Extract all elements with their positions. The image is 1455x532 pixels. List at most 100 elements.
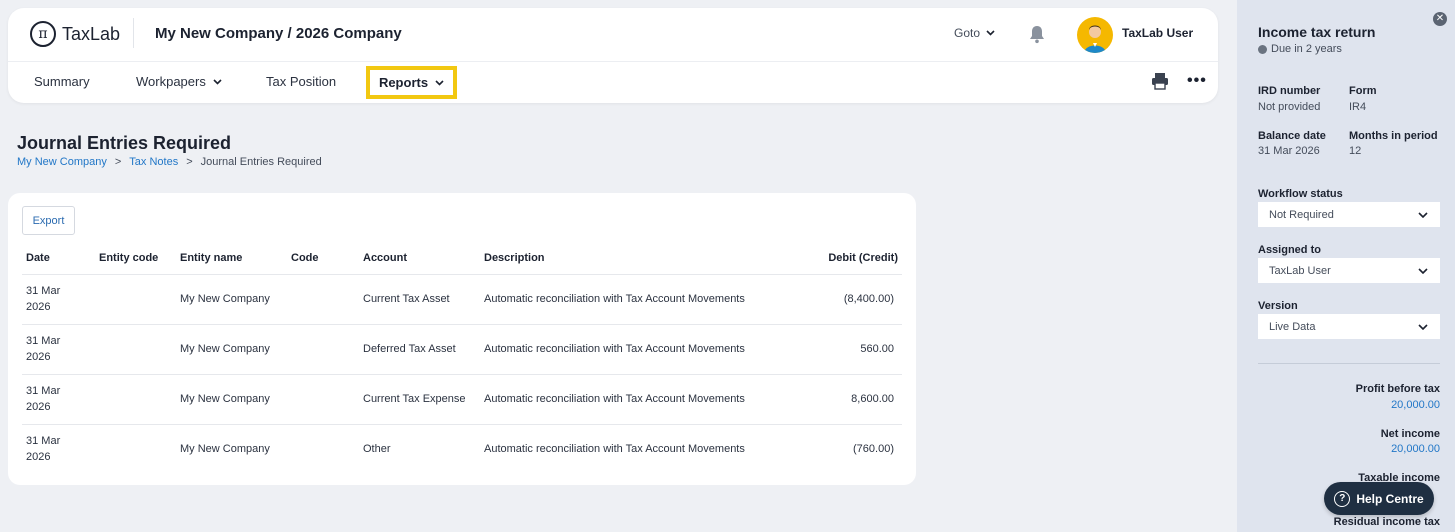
assigned-to-label: Assigned to [1258, 244, 1321, 256]
table-row: 31 Mar 2026 My New Company Deferred Tax A… [22, 324, 902, 375]
workflow-status-label: Workflow status [1258, 188, 1343, 200]
cell-date: 31 Mar 2026 [22, 274, 95, 325]
balance-date-label: Balance date [1258, 130, 1326, 142]
profit-before-tax-label: Profit before tax [1355, 383, 1440, 395]
form-label: Form [1349, 85, 1377, 97]
version-value: Live Data [1269, 320, 1316, 333]
assigned-to-select[interactable]: TaxLab User [1258, 258, 1440, 283]
chevron-down-icon [1418, 323, 1428, 330]
column-header-entity-name[interactable]: Entity name [176, 243, 287, 275]
cell-amount: 560.00 [780, 324, 902, 375]
column-header-entity-code[interactable]: Entity code [95, 243, 176, 275]
help-centre-button[interactable]: ? Help Centre [1324, 482, 1434, 515]
breadcrumb-separator: > [114, 156, 122, 168]
tab-tax-position[interactable]: Tax Position [266, 74, 336, 89]
company-title: My New Company / 2026 Company [155, 25, 402, 42]
tab-tax-position-label: Tax Position [266, 74, 337, 89]
due-status: Due in 2 years [1258, 43, 1342, 55]
cell-description: Automatic reconciliation with Tax Accoun… [480, 274, 780, 325]
column-header-date[interactable]: Date [22, 243, 95, 275]
cell-entity-name: My New Company [176, 324, 287, 375]
pi-logo-icon: π [30, 21, 56, 47]
cell-entity-name: My New Company [176, 274, 287, 325]
column-header-description[interactable]: Description [480, 243, 780, 275]
months-in-period-value: 12 [1349, 145, 1362, 157]
net-income-label: Net income [1380, 428, 1440, 440]
breadcrumb-separator: > [186, 156, 193, 168]
tab-workpapers-label: Workpapers [136, 74, 206, 89]
cell-amount: (760.00) [853, 443, 894, 456]
chevron-down-icon [1418, 211, 1428, 218]
cell-date: 31 Mar 2026 [22, 324, 95, 375]
tab-workpapers[interactable]: Workpapers [136, 74, 222, 89]
column-header-debit-credit[interactable]: Debit (Credit) [780, 243, 902, 275]
cell-account: Current Tax Asset [359, 274, 480, 325]
cell-date: 31 Mar 2026 [26, 435, 61, 464]
balance-date-value: 31 Mar 2026 [1258, 145, 1320, 157]
table-row: 31 Mar 2026 My New Company Current Tax As… [22, 274, 902, 325]
residual-income-tax-label: Residual income tax [1333, 516, 1440, 528]
header-card: π TaxLab My New Company / 2026 Company G… [8, 8, 1218, 103]
tab-bar: Summary Workpapers Tax Position Reports … [8, 62, 1218, 102]
chevron-down-icon [213, 78, 222, 85]
bell-icon[interactable] [1028, 24, 1046, 44]
cell-code [287, 424, 359, 474]
cell-account: Deferred Tax Asset [359, 324, 480, 375]
income-tax-return-panel: ✕ Income tax return Due in 2 years IRD n… [1237, 0, 1455, 532]
goto-label: Goto [954, 26, 981, 40]
assigned-to-value: TaxLab User [1269, 264, 1331, 277]
breadcrumb-tax-notes-link[interactable]: Tax Notes [129, 156, 178, 168]
more-options-icon[interactable]: ••• [1187, 72, 1207, 90]
tab-summary-label: Summary [34, 74, 90, 89]
chevron-down-icon [435, 79, 444, 86]
taxlab-logo[interactable]: π TaxLab [30, 20, 120, 48]
form-value: IR4 [1349, 101, 1367, 113]
breadcrumb-company-link[interactable]: My New Company [17, 156, 107, 168]
column-header-code[interactable]: Code [287, 243, 359, 275]
cell-amount: 8,600.00 [780, 374, 902, 425]
tab-summary[interactable]: Summary [34, 74, 90, 89]
avatar[interactable] [1077, 17, 1113, 53]
tab-reports[interactable]: Reports [366, 66, 457, 99]
cell-entity-name: My New Company [176, 374, 287, 425]
journal-entries-table: Date Entity code Entity name Code Accoun… [22, 243, 902, 474]
chevron-down-icon [986, 30, 995, 36]
version-label: Version [1258, 300, 1298, 312]
journal-entries-card: Export Date Entity code Entity name Code… [8, 193, 916, 485]
export-button[interactable]: Export [22, 206, 75, 235]
workflow-status-value: Not Required [1269, 208, 1334, 221]
cell-entity-code [95, 374, 176, 425]
cell-entity-code [95, 424, 176, 474]
profit-before-tax-value[interactable]: 20,000.00 [1391, 399, 1440, 411]
clock-icon [1258, 44, 1267, 54]
version-select[interactable]: Live Data [1258, 314, 1440, 339]
cell-description: Automatic reconciliation with Tax Accoun… [480, 324, 780, 375]
header-divider [133, 18, 134, 48]
ird-number-value: Not provided [1258, 101, 1321, 113]
cell-code [287, 324, 359, 375]
cell-entity-code [95, 324, 176, 375]
panel-divider [1258, 363, 1440, 364]
table-row: 31 Mar 2026 My New Company Other Automati… [22, 424, 902, 474]
months-in-period-label: Months in period [1349, 130, 1438, 142]
goto-menu[interactable]: Goto [954, 26, 995, 40]
user-avatar-icon [1084, 25, 1106, 53]
user-name[interactable]: TaxLab User [1122, 26, 1193, 40]
cell-amount: (8,400.00) [780, 274, 902, 325]
logo-text: TaxLab [62, 23, 121, 44]
page-title: Journal Entries Required [17, 133, 232, 153]
cell-account: Other [363, 443, 391, 456]
cell-description: Automatic reconciliation with Tax Accoun… [480, 374, 780, 425]
close-icon[interactable]: ✕ [1433, 12, 1447, 26]
column-header-account[interactable]: Account [359, 243, 480, 275]
net-income-value[interactable]: 20,000.00 [1391, 443, 1440, 455]
ird-number-label: IRD number [1258, 85, 1321, 97]
cell-entity-name: My New Company [180, 443, 270, 456]
printer-icon[interactable] [1151, 72, 1169, 90]
cell-date: 31 Mar 2026 [22, 374, 95, 425]
workflow-status-select[interactable]: Not Required [1258, 202, 1440, 227]
due-text: Due in 2 years [1271, 43, 1342, 55]
table-header-row: Date Entity code Entity name Code Accoun… [22, 243, 902, 275]
chevron-down-icon [1418, 267, 1428, 274]
breadcrumb-current: Journal Entries Required [200, 156, 322, 168]
